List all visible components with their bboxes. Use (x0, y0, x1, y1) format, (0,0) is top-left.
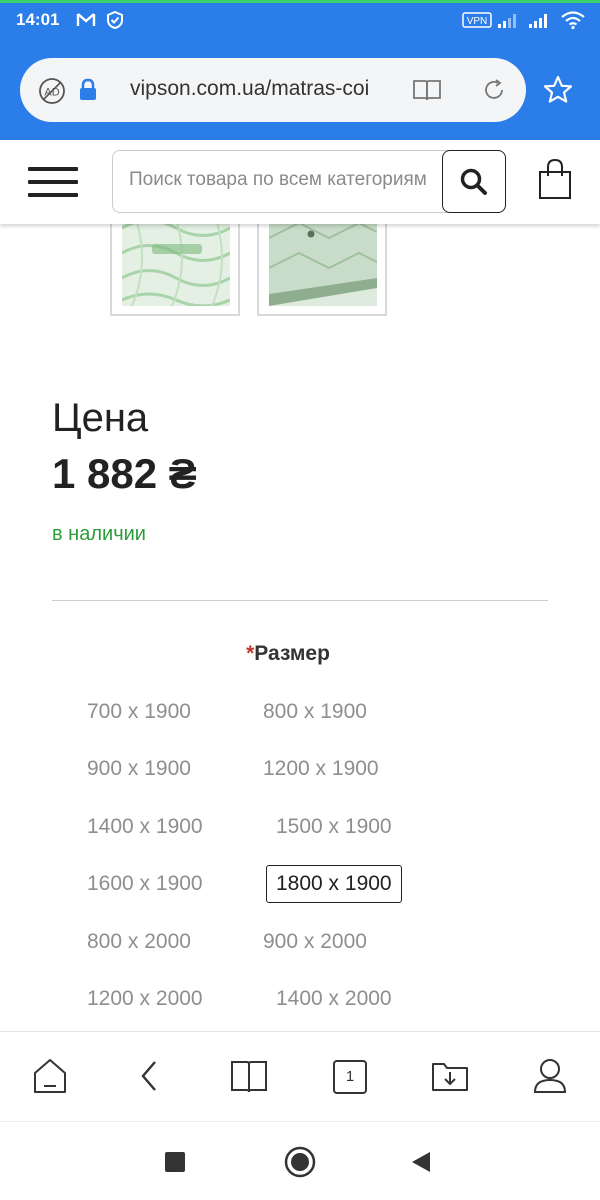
profile-icon[interactable] (532, 1056, 568, 1096)
bookmarks-icon[interactable] (230, 1056, 268, 1096)
vpn-label: VPN (467, 16, 488, 27)
size-option[interactable]: 900 x 1900 (87, 757, 191, 781)
size-option[interactable]: 1200 x 1900 (263, 757, 379, 781)
size-option-selected[interactable]: 1800 x 1900 (266, 865, 402, 903)
adblock-icon[interactable]: AD (38, 77, 66, 105)
status-accent-line (0, 0, 600, 3)
size-option[interactable]: 900 x 2000 (263, 930, 367, 954)
url-text[interactable]: vipson.com.ua/matras-coi (130, 77, 400, 101)
home-circle-icon[interactable] (284, 1146, 316, 1178)
size-option[interactable]: 1400 x 2000 (276, 987, 392, 1011)
back-triangle-icon[interactable] (410, 1150, 432, 1174)
search-box (112, 150, 506, 213)
status-bar: 14:01 VPN (0, 0, 600, 40)
size-option[interactable]: 800 x 2000 (87, 930, 191, 954)
size-option[interactable]: 800 x 1900 (263, 700, 367, 724)
size-option[interactable]: 1200 x 2000 (87, 987, 203, 1011)
search-icon (460, 168, 487, 195)
address-bar[interactable]: AD vipson.com.ua/matras-coi (20, 58, 526, 122)
size-option[interactable]: 1500 x 1900 (276, 815, 392, 839)
divider (52, 600, 548, 601)
tabs-icon[interactable]: 1 (333, 1060, 367, 1094)
gmail-icon (76, 13, 96, 26)
shield-icon (107, 10, 123, 30)
signal-icon (529, 14, 547, 28)
shopping-bag-icon[interactable] (536, 158, 574, 200)
star-icon[interactable] (542, 74, 574, 106)
browser-toolbar: AD vipson.com.ua/matras-coi (0, 40, 600, 140)
tab-count: 1 (345, 1068, 355, 1085)
browser-bottom-nav: 1 (0, 1031, 600, 1121)
search-input[interactable] (129, 169, 439, 191)
vpn-icon: VPN (462, 12, 492, 28)
downloads-icon[interactable] (430, 1056, 470, 1096)
reader-icon[interactable] (412, 78, 442, 102)
signal-icon (498, 14, 516, 28)
reload-icon[interactable] (482, 78, 506, 102)
search-button[interactable] (442, 150, 506, 213)
lock-icon (80, 78, 96, 100)
size-section-title: *Размер (0, 642, 576, 666)
back-icon[interactable] (136, 1056, 162, 1096)
recents-icon[interactable] (164, 1151, 186, 1173)
wifi-icon (561, 11, 585, 30)
home-icon[interactable] (32, 1056, 68, 1096)
system-nav-bar (0, 1121, 600, 1200)
stock-status: в наличии (52, 523, 146, 545)
price-label: Цена (52, 396, 149, 440)
size-option[interactable]: 1600 x 1900 (87, 872, 203, 896)
site-header (0, 140, 600, 224)
size-option[interactable]: 700 x 1900 (87, 700, 191, 724)
status-time: 14:01 (16, 10, 60, 29)
size-option[interactable]: 1400 x 1900 (87, 815, 203, 839)
size-title-text: Размер (254, 642, 330, 665)
price-value: 1 882 ₴ (52, 450, 197, 497)
menu-icon[interactable] (28, 167, 78, 197)
